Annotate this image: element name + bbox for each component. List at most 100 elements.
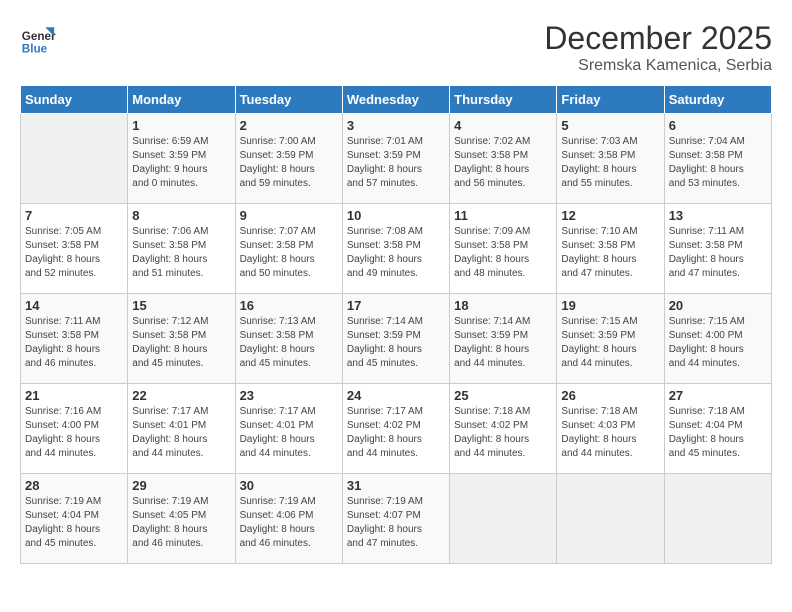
calendar-cell: 28 Sunrise: 7:19 AM Sunset: 4:04 PM Dayli… — [21, 474, 128, 564]
day-number: 3 — [347, 118, 445, 133]
day-info: Sunrise: 7:01 AM Sunset: 3:59 PM Dayligh… — [347, 135, 445, 191]
day-info: Sunrise: 7:11 AM Sunset: 3:58 PM Dayligh… — [669, 225, 767, 281]
week-row-2: 7 Sunrise: 7:05 AM Sunset: 3:58 PM Daylig… — [21, 204, 772, 294]
day-number: 21 — [25, 388, 123, 403]
day-info: Sunrise: 7:15 AM Sunset: 4:00 PM Dayligh… — [669, 315, 767, 371]
day-number: 29 — [132, 478, 230, 493]
day-number: 27 — [669, 388, 767, 403]
weekday-header-tuesday: Tuesday — [235, 86, 342, 114]
calendar-cell: 12 Sunrise: 7:10 AM Sunset: 3:58 PM Dayli… — [557, 204, 664, 294]
day-info: Sunrise: 7:17 AM Sunset: 4:01 PM Dayligh… — [240, 405, 338, 461]
day-number: 7 — [25, 208, 123, 223]
week-row-5: 28 Sunrise: 7:19 AM Sunset: 4:04 PM Dayli… — [21, 474, 772, 564]
calendar-cell: 3 Sunrise: 7:01 AM Sunset: 3:59 PM Daylig… — [342, 114, 449, 204]
day-info: Sunrise: 7:10 AM Sunset: 3:58 PM Dayligh… — [561, 225, 659, 281]
day-number: 30 — [240, 478, 338, 493]
weekday-header-thursday: Thursday — [450, 86, 557, 114]
day-number: 10 — [347, 208, 445, 223]
calendar-cell: 19Sunrise: 7:15 AM Sunset: 3:59 PM Dayli… — [557, 294, 664, 384]
calendar-cell — [557, 474, 664, 564]
day-number: 14 — [25, 298, 123, 313]
calendar-cell — [450, 474, 557, 564]
day-info: Sunrise: 7:19 AM Sunset: 4:05 PM Dayligh… — [132, 495, 230, 551]
day-number: 28 — [25, 478, 123, 493]
day-number: 13 — [669, 208, 767, 223]
calendar-cell: 4Sunrise: 7:02 AM Sunset: 3:58 PM Daylig… — [450, 114, 557, 204]
day-number: 12 — [561, 208, 659, 223]
day-info: Sunrise: 7:03 AM Sunset: 3:58 PM Dayligh… — [561, 135, 659, 191]
weekday-header-monday: Monday — [128, 86, 235, 114]
day-number: 16 — [240, 298, 338, 313]
day-number: 24 — [347, 388, 445, 403]
calendar-cell: 26 Sunrise: 7:18 AM Sunset: 4:03 PM Dayli… — [557, 384, 664, 474]
day-info: Sunrise: 7:18 AM Sunset: 4:02 PM Dayligh… — [454, 405, 552, 461]
week-row-4: 21 Sunrise: 7:16 AM Sunset: 4:00 PM Dayli… — [21, 384, 772, 474]
day-info: Sunrise: 7:12 AM Sunset: 3:58 PM Dayligh… — [132, 315, 230, 371]
day-number: 6 — [669, 118, 767, 133]
calendar-body: 1 Sunrise: 6:59 AM Sunset: 3:59 PM Daylig… — [21, 114, 772, 564]
logo-icon: General Blue — [20, 20, 56, 56]
calendar-cell: 18 Sunrise: 7:14 AM Sunset: 3:59 PM Dayli… — [450, 294, 557, 384]
day-info: Sunrise: 7:09 AM Sunset: 3:58 PM Dayligh… — [454, 225, 552, 281]
day-info: Sunrise: 7:17 AM Sunset: 4:01 PM Dayligh… — [132, 405, 230, 461]
weekday-header-sunday: Sunday — [21, 86, 128, 114]
day-info: Sunrise: 7:18 AM Sunset: 4:03 PM Dayligh… — [561, 405, 659, 461]
day-number: 9 — [240, 208, 338, 223]
calendar-cell — [21, 114, 128, 204]
day-number: 22 — [132, 388, 230, 403]
calendar-cell: 24 Sunrise: 7:17 AM Sunset: 4:02 PM Dayli… — [342, 384, 449, 474]
day-info: Sunrise: 7:19 AM Sunset: 4:04 PM Dayligh… — [25, 495, 123, 551]
page-header: General Blue December 2025 Sremska Kamen… — [20, 20, 772, 75]
day-info: Sunrise: 7:08 AM Sunset: 3:58 PM Dayligh… — [347, 225, 445, 281]
calendar-cell: 10 Sunrise: 7:08 AM Sunset: 3:58 PM Dayli… — [342, 204, 449, 294]
day-number: 23 — [240, 388, 338, 403]
weekday-header-saturday: Saturday — [664, 86, 771, 114]
day-number: 11 — [454, 208, 552, 223]
week-row-3: 14 Sunrise: 7:11 AM Sunset: 3:58 PM Dayli… — [21, 294, 772, 384]
calendar-cell: 13 Sunrise: 7:11 AM Sunset: 3:58 PM Dayli… — [664, 204, 771, 294]
day-info: Sunrise: 7:15 AM Sunset: 3:59 PM Dayligh… — [561, 315, 659, 371]
day-number: 2 — [240, 118, 338, 133]
calendar-cell: 1 Sunrise: 6:59 AM Sunset: 3:59 PM Daylig… — [128, 114, 235, 204]
calendar-cell: 7 Sunrise: 7:05 AM Sunset: 3:58 PM Daylig… — [21, 204, 128, 294]
calendar-cell: 16 Sunrise: 7:13 AM Sunset: 3:58 PM Dayli… — [235, 294, 342, 384]
calendar-cell: 9Sunrise: 7:07 AM Sunset: 3:58 PM Daylig… — [235, 204, 342, 294]
day-info: Sunrise: 7:13 AM Sunset: 3:58 PM Dayligh… — [240, 315, 338, 371]
day-number: 5 — [561, 118, 659, 133]
weekday-header-friday: Friday — [557, 86, 664, 114]
day-info: Sunrise: 7:18 AM Sunset: 4:04 PM Dayligh… — [669, 405, 767, 461]
calendar-cell: 20Sunrise: 7:15 AM Sunset: 4:00 PM Dayli… — [664, 294, 771, 384]
weekday-header-wednesday: Wednesday — [342, 86, 449, 114]
calendar-table: SundayMondayTuesdayWednesdayThursdayFrid… — [20, 85, 772, 564]
day-info: Sunrise: 7:11 AM Sunset: 3:58 PM Dayligh… — [25, 315, 123, 371]
day-number: 8 — [132, 208, 230, 223]
day-info: Sunrise: 7:17 AM Sunset: 4:02 PM Dayligh… — [347, 405, 445, 461]
day-info: Sunrise: 7:14 AM Sunset: 3:59 PM Dayligh… — [347, 315, 445, 371]
location-subtitle: Sremska Kamenica, Serbia — [544, 57, 772, 75]
day-info: Sunrise: 6:59 AM Sunset: 3:59 PM Dayligh… — [132, 135, 230, 191]
calendar-cell: 8 Sunrise: 7:06 AM Sunset: 3:58 PM Daylig… — [128, 204, 235, 294]
day-number: 17 — [347, 298, 445, 313]
calendar-cell: 17 Sunrise: 7:14 AM Sunset: 3:59 PM Dayli… — [342, 294, 449, 384]
calendar-cell: 14 Sunrise: 7:11 AM Sunset: 3:58 PM Dayli… — [21, 294, 128, 384]
day-number: 18 — [454, 298, 552, 313]
day-info: Sunrise: 7:06 AM Sunset: 3:58 PM Dayligh… — [132, 225, 230, 281]
calendar-cell: 15Sunrise: 7:12 AM Sunset: 3:58 PM Dayli… — [128, 294, 235, 384]
day-info: Sunrise: 7:05 AM Sunset: 3:58 PM Dayligh… — [25, 225, 123, 281]
month-title: December 2025 — [544, 20, 772, 57]
day-info: Sunrise: 7:16 AM Sunset: 4:00 PM Dayligh… — [25, 405, 123, 461]
svg-text:Blue: Blue — [22, 42, 48, 55]
day-info: Sunrise: 7:00 AM Sunset: 3:59 PM Dayligh… — [240, 135, 338, 191]
day-info: Sunrise: 7:02 AM Sunset: 3:58 PM Dayligh… — [454, 135, 552, 191]
day-number: 26 — [561, 388, 659, 403]
calendar-cell — [664, 474, 771, 564]
calendar-cell: 23 Sunrise: 7:17 AM Sunset: 4:01 PM Dayli… — [235, 384, 342, 474]
day-number: 25 — [454, 388, 552, 403]
calendar-cell: 11 Sunrise: 7:09 AM Sunset: 3:58 PM Dayli… — [450, 204, 557, 294]
day-number: 31 — [347, 478, 445, 493]
calendar-cell: 22 Sunrise: 7:17 AM Sunset: 4:01 PM Dayli… — [128, 384, 235, 474]
day-info: Sunrise: 7:14 AM Sunset: 3:59 PM Dayligh… — [454, 315, 552, 371]
calendar-cell: 21 Sunrise: 7:16 AM Sunset: 4:00 PM Dayli… — [21, 384, 128, 474]
calendar-cell: 29 Sunrise: 7:19 AM Sunset: 4:05 PM Dayli… — [128, 474, 235, 564]
day-number: 1 — [132, 118, 230, 133]
